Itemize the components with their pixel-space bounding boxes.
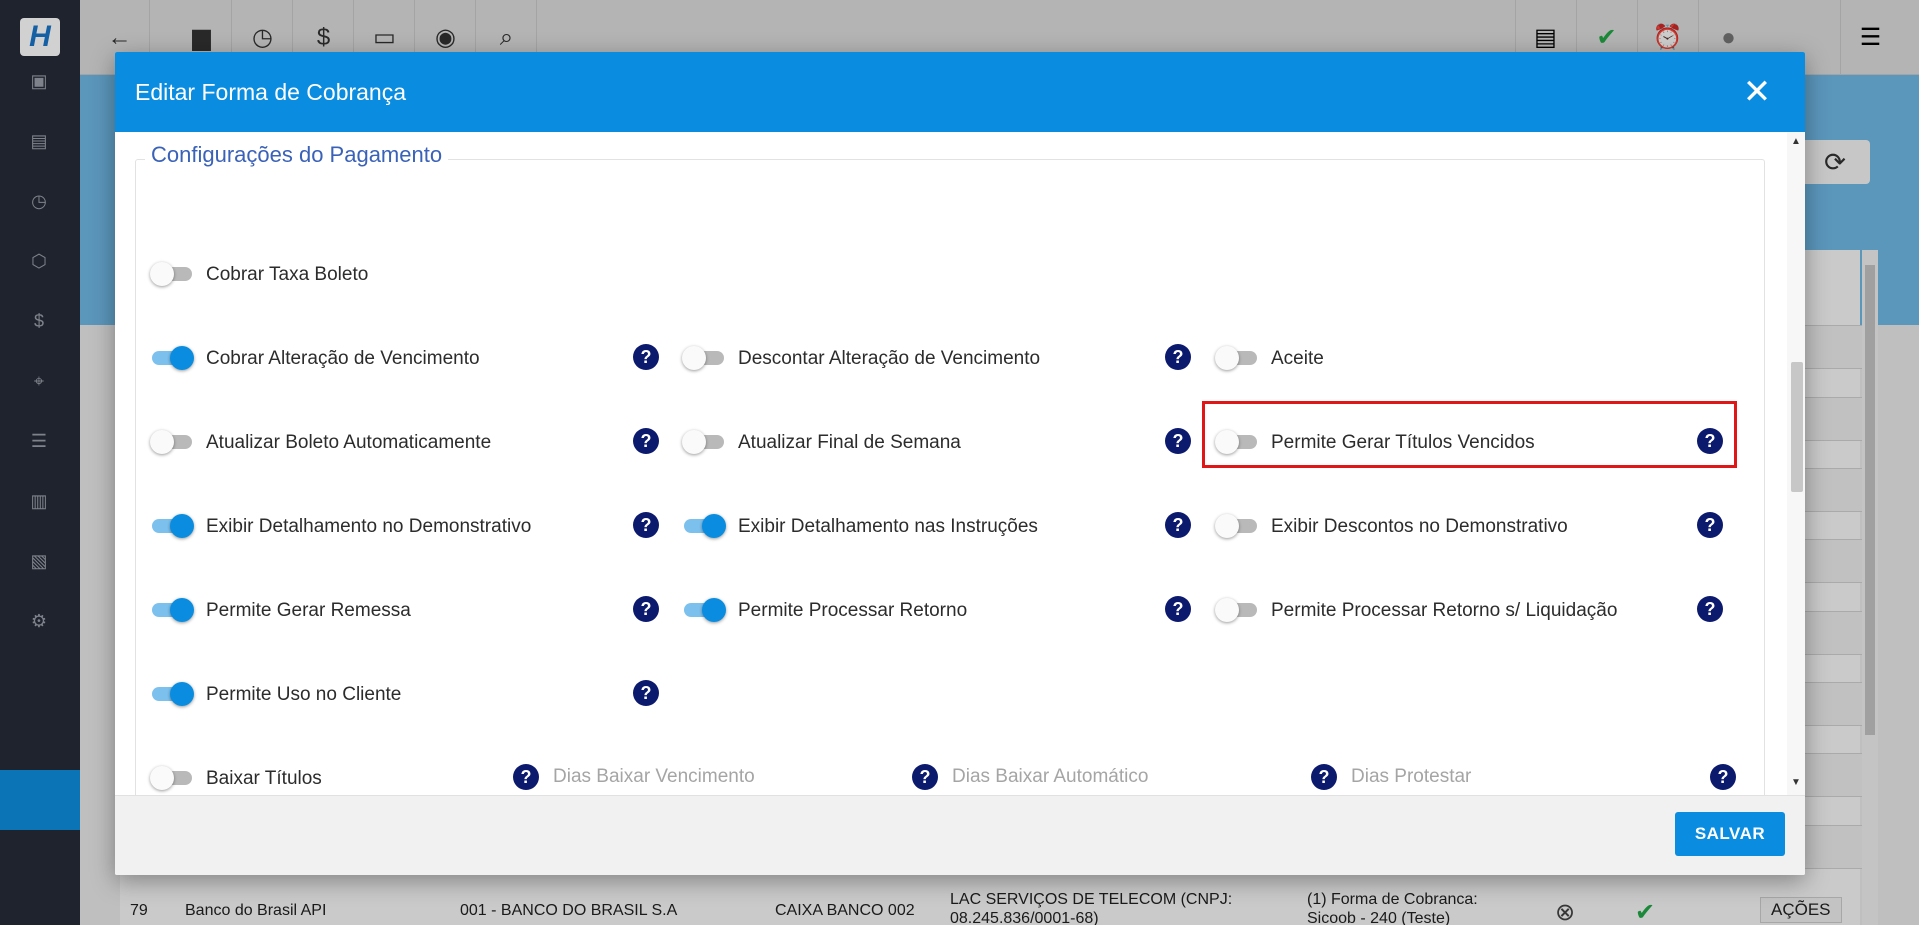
modal-scrollbar[interactable]: ▲ ▼ <box>1787 132 1805 795</box>
modal-footer: SALVAR <box>115 795 1805 875</box>
help-icon[interactable]: ? <box>1311 764 1337 790</box>
toggle-switch[interactable] <box>682 346 726 370</box>
option-aceite: Aceite <box>1215 342 1515 374</box>
help-icon[interactable]: ? <box>1710 764 1736 790</box>
option-descontar-alteracao-vencimento: Descontar Alteração de Vencimento <box>682 342 1102 374</box>
section-title: Configurações do Pagamento <box>145 142 449 168</box>
modal-body: Configurações do Pagamento Cobrar Taxa B… <box>115 132 1805 795</box>
modal-header: Editar Forma de Cobrança ✕ <box>115 52 1805 132</box>
option-label: Permite Gerar Títulos Vencidos <box>1271 432 1535 453</box>
modal-scrollbar-thumb[interactable] <box>1791 362 1803 492</box>
dias-protestar-field <box>1351 760 1701 795</box>
toggle-switch[interactable] <box>1215 430 1259 454</box>
toggle-switch[interactable] <box>150 430 194 454</box>
help-icon[interactable]: ? <box>633 680 659 706</box>
option-label: Exibir Descontos no Demonstrativo <box>1271 516 1568 537</box>
option-cobrar-alteracao-vencimento: Cobrar Alteração de Vencimento <box>150 342 570 374</box>
option-label: Exibir Detalhamento nas Instruções <box>738 516 1038 537</box>
option-permite-processar-retorno: Permite Processar Retorno <box>682 594 1102 626</box>
help-icon[interactable]: ? <box>912 764 938 790</box>
help-icon[interactable]: ? <box>1165 428 1191 454</box>
toggle-switch[interactable] <box>682 598 726 622</box>
toggle-switch[interactable] <box>150 346 194 370</box>
help-icon[interactable]: ? <box>513 764 539 790</box>
option-cobrar-taxa-boleto: Cobrar Taxa Boleto <box>150 258 450 290</box>
option-permite-processar-retorno-sem-liquidacao: Permite Processar Retorno s/ Liquidação <box>1215 594 1655 626</box>
close-icon[interactable]: ✕ <box>1737 72 1777 112</box>
option-label: Permite Uso no Cliente <box>206 684 402 705</box>
help-icon[interactable]: ? <box>1165 596 1191 622</box>
toggle-switch[interactable] <box>1215 514 1259 538</box>
dias-protestar-input[interactable] <box>1351 760 1701 794</box>
help-icon[interactable]: ? <box>1697 512 1723 538</box>
option-permite-gerar-remessa: Permite Gerar Remessa <box>150 594 570 626</box>
option-atualizar-boleto-automaticamente: Atualizar Boleto Automaticamente <box>150 426 570 458</box>
edit-billing-modal: Editar Forma de Cobrança ✕ Configurações… <box>115 52 1805 875</box>
option-label: Cobrar Alteração de Vencimento <box>206 348 480 369</box>
option-label: Permite Processar Retorno s/ Liquidação <box>1271 600 1618 621</box>
help-icon[interactable]: ? <box>1697 596 1723 622</box>
save-button[interactable]: SALVAR <box>1675 812 1785 856</box>
help-icon[interactable]: ? <box>1697 428 1723 454</box>
toggle-switch[interactable] <box>682 514 726 538</box>
option-exibir-descontos-demonstrativo: Exibir Descontos no Demonstrativo <box>1215 510 1635 542</box>
option-label: Exibir Detalhamento no Demonstrativo <box>206 516 532 537</box>
option-label: Permite Gerar Remessa <box>206 600 411 621</box>
toggle-switch[interactable] <box>150 514 194 538</box>
dias-baixar-automatico-input[interactable] <box>952 760 1302 794</box>
help-icon[interactable]: ? <box>633 596 659 622</box>
toggle-switch[interactable] <box>682 430 726 454</box>
option-exibir-detalhamento-instrucoes: Exibir Detalhamento nas Instruções <box>682 510 1102 542</box>
option-label: Aceite <box>1271 348 1324 369</box>
option-baixar-titulos: Baixar Títulos <box>150 762 450 794</box>
help-icon[interactable]: ? <box>1165 344 1191 370</box>
help-icon[interactable]: ? <box>633 512 659 538</box>
option-exibir-detalhamento-demonstrativo: Exibir Detalhamento no Demonstrativo <box>150 510 570 542</box>
toggle-switch[interactable] <box>150 598 194 622</box>
scroll-down-icon[interactable]: ▼ <box>1791 777 1801 788</box>
dias-baixar-vencimento-field <box>553 760 903 795</box>
modal-title: Editar Forma de Cobrança <box>135 79 407 105</box>
option-label: Permite Processar Retorno <box>738 600 968 621</box>
dias-baixar-vencimento-input[interactable] <box>553 760 903 794</box>
option-label: Atualizar Boleto Automaticamente <box>206 432 492 453</box>
toggle-switch[interactable] <box>1215 598 1259 622</box>
option-permite-gerar-titulos-vencidos: Permite Gerar Títulos Vencidos <box>1215 426 1635 458</box>
option-label: Atualizar Final de Semana <box>738 432 961 453</box>
dias-baixar-automatico-field <box>952 760 1302 795</box>
scroll-up-icon[interactable]: ▲ <box>1791 136 1801 147</box>
toggle-switch[interactable] <box>150 766 194 790</box>
toggle-switch[interactable] <box>150 262 194 286</box>
toggle-switch[interactable] <box>1215 346 1259 370</box>
help-icon[interactable]: ? <box>633 428 659 454</box>
option-label: Cobrar Taxa Boleto <box>206 264 369 285</box>
option-label: Descontar Alteração de Vencimento <box>738 348 1041 369</box>
help-icon[interactable]: ? <box>1165 512 1191 538</box>
help-icon[interactable]: ? <box>633 344 659 370</box>
option-permite-uso-no-cliente: Permite Uso no Cliente <box>150 678 570 710</box>
toggle-switch[interactable] <box>150 682 194 706</box>
option-label: Baixar Títulos <box>206 768 322 789</box>
option-atualizar-final-de-semana: Atualizar Final de Semana <box>682 426 1102 458</box>
